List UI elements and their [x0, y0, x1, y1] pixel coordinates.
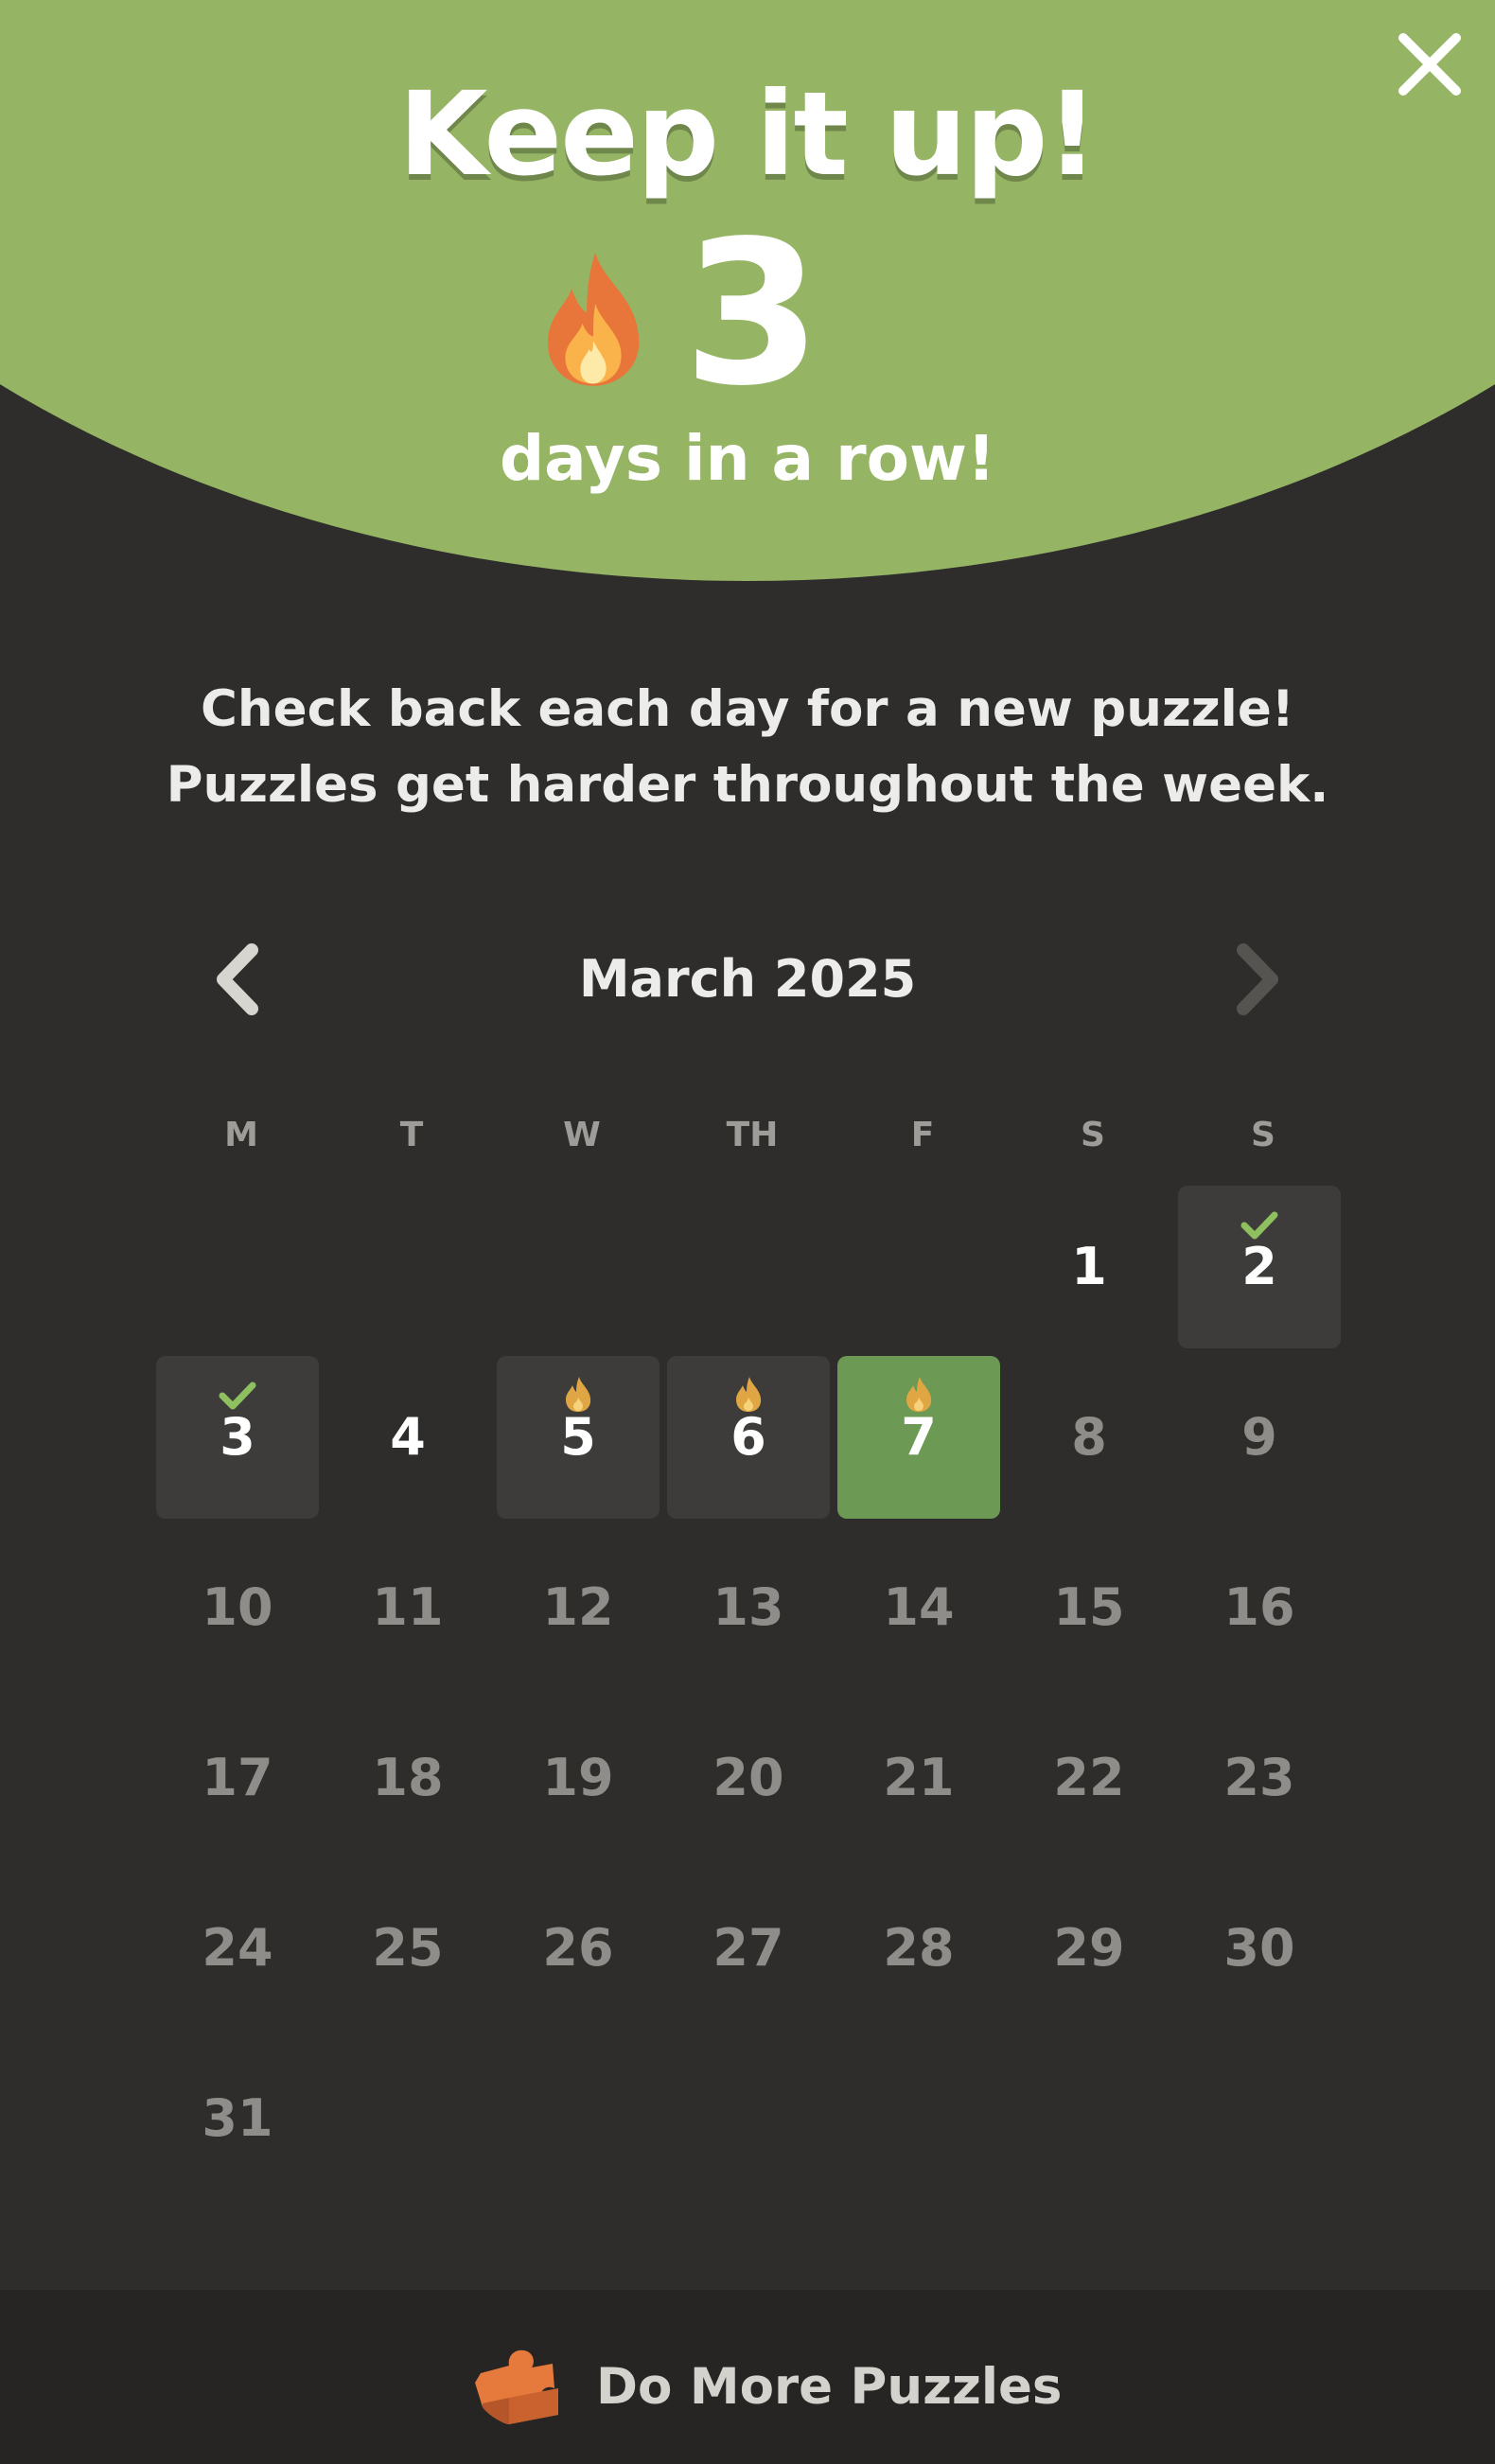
do-more-puzzles-button[interactable]: Do More Puzzles: [471, 2345, 1062, 2430]
calendar-day-number: 27: [712, 1918, 784, 1978]
calendar-day: 28: [837, 1867, 1000, 2030]
do-more-puzzles-label: Do More Puzzles: [596, 2358, 1063, 2416]
calendar-day: 19: [497, 1697, 660, 1859]
calendar-day: 27: [667, 1867, 830, 2030]
calendar-day-number: 1: [1071, 1237, 1107, 1296]
calendar-day[interactable]: 2: [1178, 1186, 1341, 1348]
calendar-day-number: 4: [390, 1407, 426, 1467]
calendar-day-number: 29: [1053, 1918, 1125, 1978]
calendar-day: 14: [837, 1526, 1000, 1689]
info-text: Check back each day for a new puzzle! Pu…: [0, 672, 1495, 823]
month-navigation: March 2025: [0, 937, 1495, 1022]
calendar-day-number: 25: [372, 1918, 444, 1978]
calendar-day-number: 15: [1053, 1577, 1125, 1637]
calendar-empty-cell: [156, 1186, 319, 1348]
calendar-day: 26: [497, 1867, 660, 2030]
calendar-day: 18: [326, 1697, 489, 1859]
calendar-day: 24: [156, 1867, 319, 2030]
calendar-empty-cell: [667, 1186, 830, 1348]
calendar-day-number: 16: [1223, 1577, 1295, 1637]
calendar-day-number: 30: [1223, 1918, 1295, 1978]
calendar-day-number: 28: [883, 1918, 955, 1978]
calendar-day: 12: [497, 1526, 660, 1689]
calendar-day-number: 26: [542, 1918, 614, 1978]
weekday-header: M T W TH F S S: [156, 1107, 1339, 1164]
calendar-day[interactable]: 4: [326, 1356, 489, 1519]
calendar-day-number: 17: [202, 1748, 273, 1807]
calendar-day-number: 3: [220, 1407, 255, 1467]
calendar-day[interactable]: 3: [156, 1356, 319, 1519]
calendar-day-today[interactable]: 7: [837, 1356, 1000, 1519]
weekday-label: T: [399, 1116, 424, 1154]
weekday-label: F: [910, 1116, 935, 1154]
calendar-day-number: 18: [372, 1748, 444, 1807]
weekday-label: S: [1251, 1116, 1275, 1154]
calendar-day: 16: [1178, 1526, 1341, 1689]
footer-bar: Do More Puzzles: [0, 2290, 1495, 2464]
streak-label: days in a row!: [499, 422, 996, 495]
calendar-day-number: 24: [202, 1918, 273, 1978]
calendar-grid: 1 2 3 4 5 6 7 8 9 10 11 12 13 14 15 16 17 18 19 20 21 22 23 24 2…: [156, 1186, 1348, 2200]
calendar-day: 17: [156, 1697, 319, 1859]
info-line-1: Check back each day for a new puzzle!: [201, 680, 1294, 738]
calendar-day: 9: [1178, 1356, 1341, 1519]
calendar-day-number: 9: [1241, 1407, 1277, 1467]
weekday-label: W: [563, 1116, 601, 1154]
calendar-empty-cell: [497, 1186, 660, 1348]
calendar-day[interactable]: 1: [1008, 1186, 1170, 1348]
calendar-day: 25: [326, 1867, 489, 2030]
calendar-day: 21: [837, 1697, 1000, 1859]
weekday-label: M: [224, 1116, 258, 1154]
streak-count: 3: [683, 198, 822, 430]
calendar-day-number: 13: [712, 1577, 784, 1637]
calendar-day: 13: [667, 1526, 830, 1689]
calendar-day-number: 21: [883, 1748, 955, 1807]
calendar-day[interactable]: 5: [497, 1356, 660, 1519]
calendar-day-number: 10: [202, 1577, 273, 1637]
calendar-day: 15: [1008, 1526, 1170, 1689]
calendar-day-number: 20: [712, 1748, 784, 1807]
calendar-day: 11: [326, 1526, 489, 1689]
close-icon: [1398, 33, 1461, 96]
calendar-day: 10: [156, 1526, 319, 1689]
calendar-day-number: 7: [901, 1407, 937, 1467]
calendar-day-number: 12: [542, 1577, 614, 1637]
calendar-day[interactable]: 6: [667, 1356, 830, 1519]
fire-icon: [548, 252, 640, 386]
calendar-day: 31: [156, 2037, 319, 2200]
puzzle-piece-icon: [475, 2350, 558, 2424]
calendar-day: 8: [1008, 1356, 1170, 1519]
calendar-day-number: 11: [372, 1577, 444, 1637]
calendar-day-number: 22: [1053, 1748, 1125, 1807]
calendar-day-number: 23: [1223, 1748, 1295, 1807]
calendar-day-number: 19: [542, 1748, 614, 1807]
calendar-day: 20: [667, 1697, 830, 1859]
calendar-day-number: 31: [202, 2088, 273, 2148]
calendar-day-number: 14: [883, 1577, 955, 1637]
calendar-empty-cell: [326, 1186, 489, 1348]
weekday-label: S: [1081, 1116, 1105, 1154]
calendar-day-number: 5: [560, 1407, 596, 1467]
calendar-day: 29: [1008, 1867, 1170, 2030]
calendar-empty-cell: [837, 1186, 1000, 1348]
close-button[interactable]: [1394, 28, 1466, 100]
next-month-button[interactable]: [1211, 937, 1296, 1022]
weekday-label: TH: [726, 1116, 779, 1154]
calendar-day: 23: [1178, 1697, 1341, 1859]
streak-header: Keep it up! 3 days in a row!: [0, 0, 1495, 582]
calendar-day: 30: [1178, 1867, 1341, 2030]
page-title: Keep it up!: [397, 67, 1099, 202]
chevron-right-icon: [1237, 943, 1278, 1015]
calendar-day: 22: [1008, 1697, 1170, 1859]
calendar-day-number: 2: [1241, 1237, 1277, 1296]
calendar-day-number: 6: [730, 1407, 766, 1467]
calendar-day-number: 8: [1071, 1407, 1107, 1467]
info-line-2: Puzzles get harder throughout the week.: [166, 756, 1329, 814]
